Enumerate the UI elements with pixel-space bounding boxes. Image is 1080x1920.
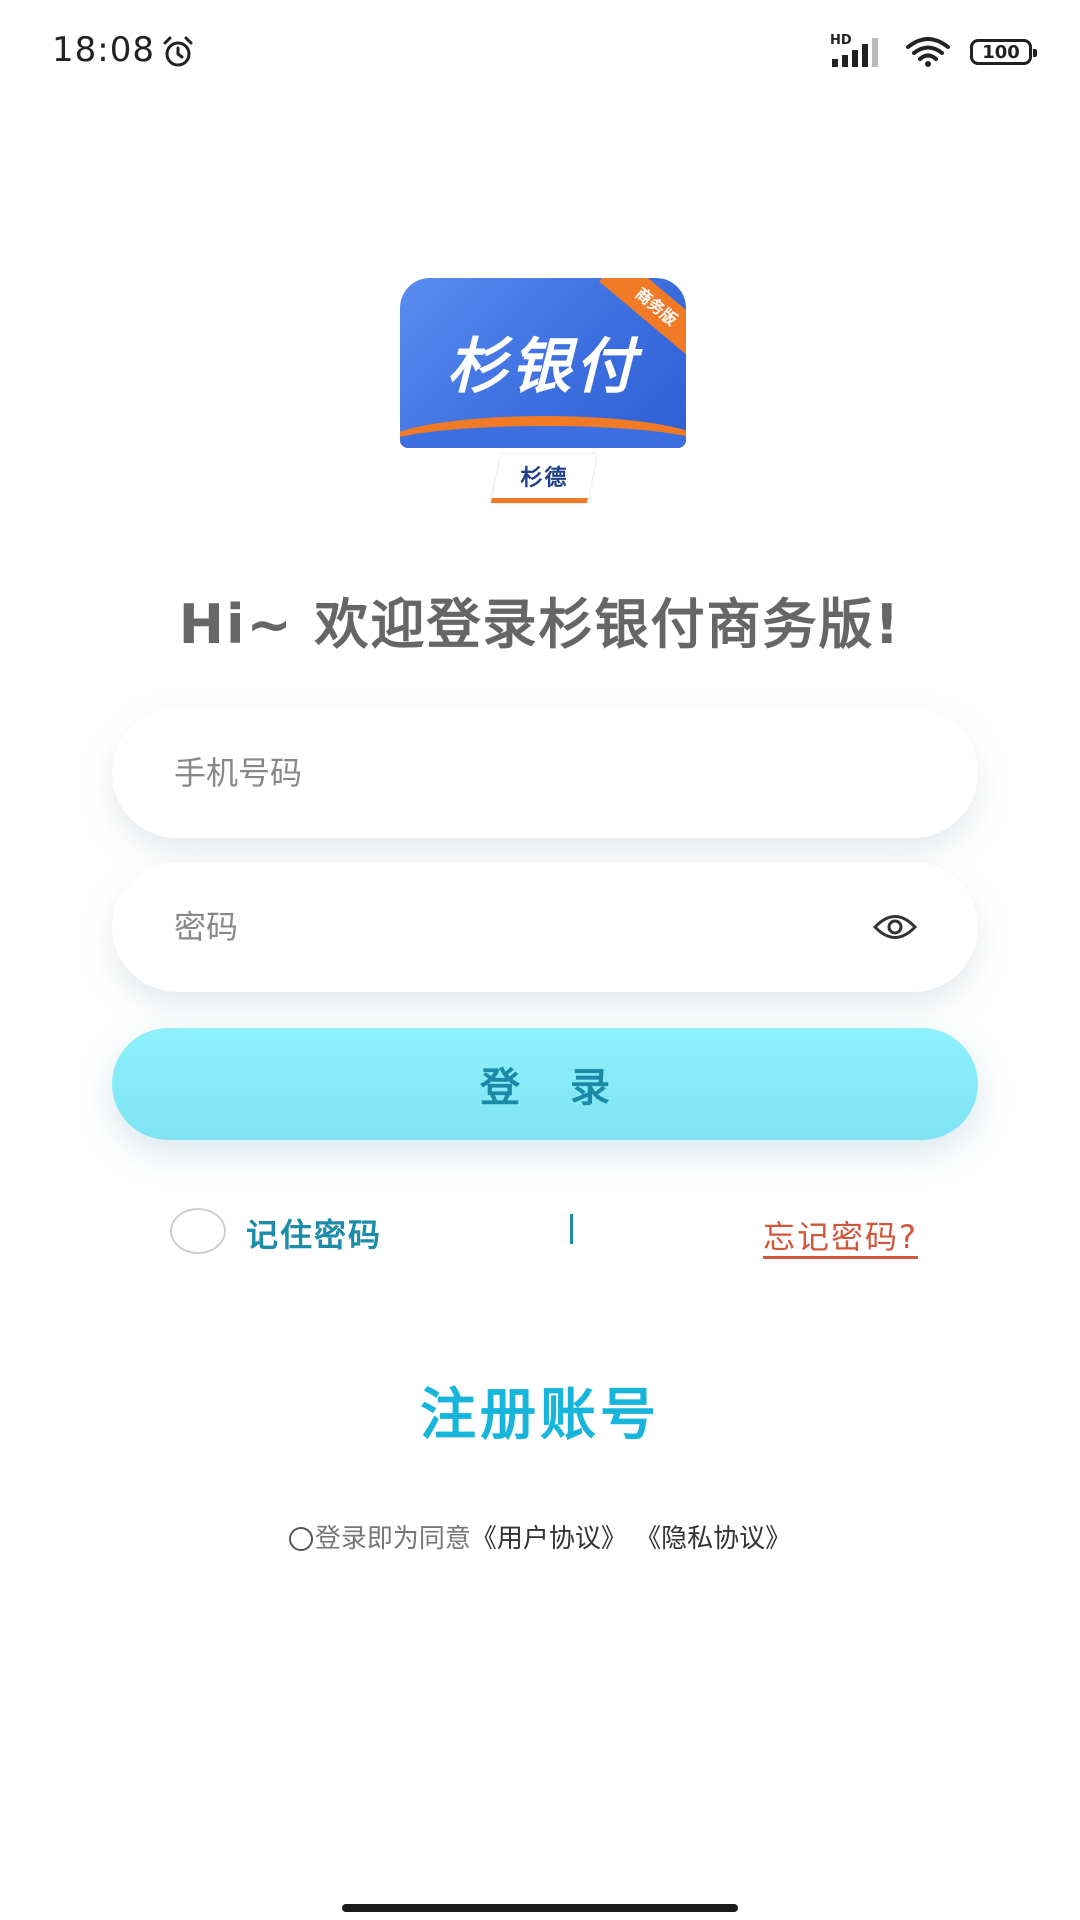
agreement-checkbox[interactable] [288,1527,313,1551]
alarm-icon [163,36,193,67]
remember-checkbox[interactable] [170,1208,226,1254]
agreement-line: 登录即为同意《用户协议》 《隐私协议》 [0,1518,1080,1555]
signal-icon: HD [830,33,886,69]
password-input[interactable] [172,907,872,947]
logo-title: 杉银付 [447,332,639,402]
logo-tile: 杉银付 商务版 [400,278,686,448]
phone-field-container [112,708,978,838]
phone-input[interactable] [172,753,918,793]
login-button[interactable]: 登 录 [112,1028,978,1140]
app-logo: 杉银付 商务版 杉德 [400,278,690,503]
status-bar: 18:08 HD 100 [0,0,1080,100]
home-indicator[interactable] [342,1904,738,1912]
eye-icon[interactable] [872,912,918,942]
wifi-icon [906,37,950,67]
status-icons: HD 100 [830,32,1037,72]
forgot-password-link[interactable]: 忘记密码? [763,1212,918,1258]
brand-mark-label: 杉德 [520,466,569,491]
remember-row: 记住密码 忘记密码? [170,1206,930,1262]
password-field-container [112,862,978,992]
remember-label[interactable]: 记住密码 [246,1210,382,1256]
status-time: 18:08 [52,30,155,70]
privacy-agreement-link[interactable]: 《隐私协议》 [635,1524,791,1554]
battery-icon: 100 [970,39,1037,65]
agreement-prefix: 登录即为同意 [314,1524,471,1554]
user-agreement-link[interactable]: 《用户协议》 [471,1524,627,1554]
divider [570,1214,573,1244]
brand-mark: 杉德 [490,454,598,503]
welcome-title: Hi~ 欢迎登录杉银付商务版! [178,593,902,656]
register-link[interactable]: 注册账号 [0,1370,1080,1451]
